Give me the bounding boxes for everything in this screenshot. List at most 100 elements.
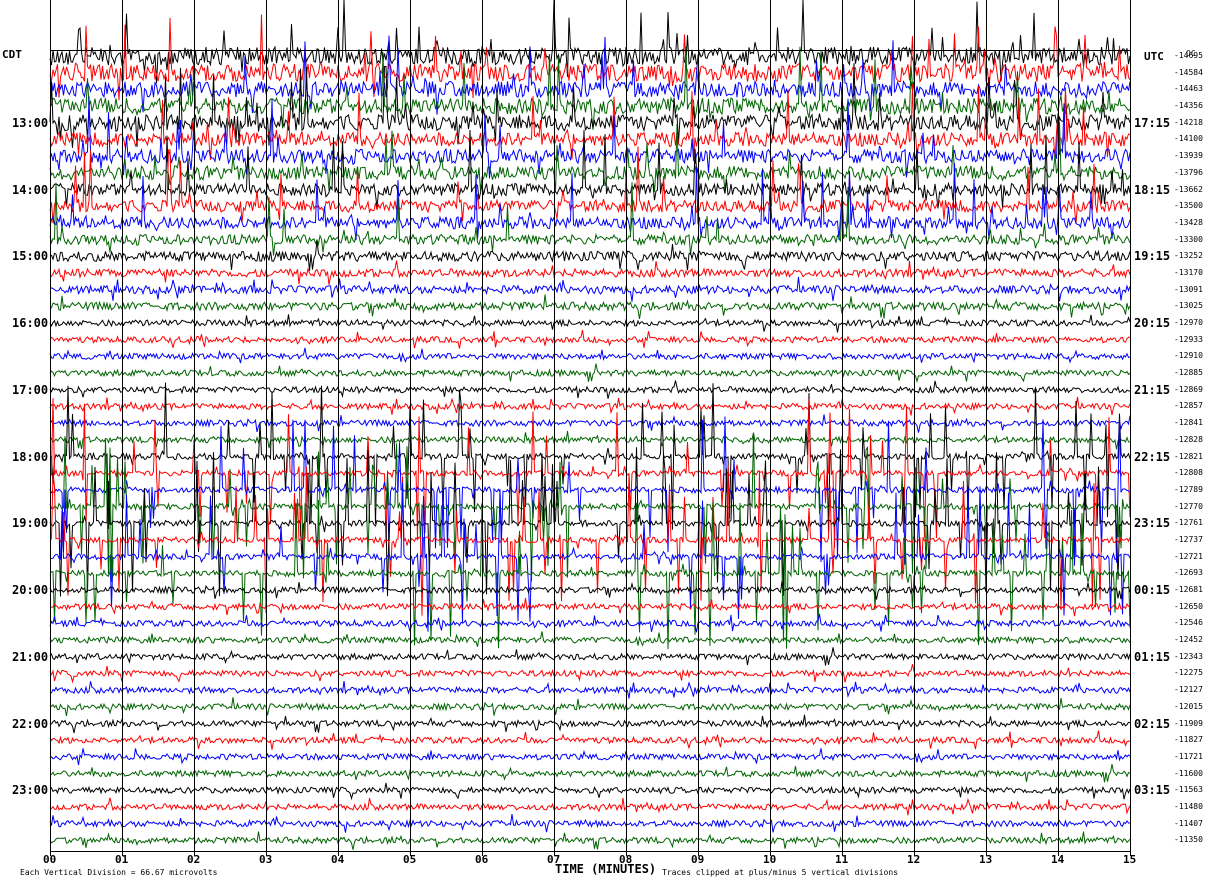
trace-offset-label: -12650 [1174, 601, 1203, 611]
x-tick-label: 05 [403, 853, 417, 866]
trace-offset-label: -14218 [1174, 117, 1203, 127]
trace-offset-label: -14463 [1174, 84, 1203, 94]
trace-offset-label: -12275 [1174, 668, 1203, 678]
trace-23 [49, 431, 1131, 450]
trace-offset-label: -12761 [1174, 518, 1203, 528]
trace-37 [49, 664, 1131, 684]
trace-22 [49, 414, 1131, 433]
trace-12 [49, 240, 1131, 271]
trace-46 [49, 814, 1131, 833]
trace-offset-label: -12546 [1174, 618, 1203, 628]
scale-note: Each Vertical Division = 66.67 microvolt… [20, 868, 218, 877]
x-tick-label: 00 [43, 853, 57, 866]
x-tick-label: 13 [979, 853, 993, 866]
trace-14 [49, 276, 1131, 302]
trace-offset-label: -14584 [1174, 67, 1203, 77]
right-hour-label: 03:15 [1134, 783, 1171, 798]
left-hour-label: 14:00 [12, 182, 49, 197]
x-tick-label: 02 [187, 853, 201, 866]
x-tick-label: 03 [259, 853, 273, 866]
trace-16 [49, 314, 1131, 333]
trace-offset-label: -12970 [1174, 318, 1203, 327]
trace-offset-label: -12127 [1174, 685, 1203, 695]
trace-offset-label: -11480 [1174, 801, 1203, 811]
trace-offset-label: -13662 [1174, 184, 1203, 194]
x-tick-label: 01 [115, 853, 129, 866]
x-tick-label: 06 [475, 853, 489, 866]
left-hour-label: 18:00 [12, 449, 49, 464]
trace-offset-label: -11909 [1174, 718, 1203, 728]
trace-45 [49, 797, 1131, 816]
trace-offset-label: -11721 [1174, 751, 1203, 761]
trace-43 [50, 764, 1131, 783]
trace-38 [49, 681, 1131, 699]
left-hour-label: 20:00 [12, 583, 49, 597]
trace-offset-label: -12821 [1174, 451, 1203, 461]
right-hour-label: 22:15 [1134, 449, 1171, 464]
trace-36 [49, 647, 1131, 666]
right-hour-label: 20:15 [1134, 316, 1171, 330]
trace-offset-label: -12721 [1174, 551, 1203, 561]
left-hour-label: 13:00 [12, 115, 49, 130]
right-hour-label: 02:15 [1134, 716, 1171, 731]
trace-42 [49, 748, 1131, 766]
trace-33 [49, 597, 1131, 617]
trace-offset-label: -14695 [1174, 51, 1203, 60]
trace-offset-label: -13091 [1174, 284, 1203, 294]
trace-41 [49, 730, 1131, 750]
left-hour-label: 16:00 [12, 316, 49, 330]
trace-44 [49, 782, 1131, 801]
trace-offset-label: -14100 [1174, 134, 1203, 144]
x-tick-label: 11 [835, 853, 849, 866]
left-hour-label: 22:00 [12, 716, 49, 731]
trace-18 [49, 347, 1131, 364]
trace-39 [49, 697, 1131, 716]
left-hour-label: 17:00 [12, 382, 49, 397]
trace-15 [49, 294, 1131, 319]
trace-offset-label: -11563 [1174, 785, 1203, 795]
trace-offset-label: -12910 [1174, 351, 1203, 361]
clip-note: Traces clipped at plus/minus 5 vertical … [662, 868, 899, 877]
trace-13 [50, 260, 1131, 285]
trace-offset-label: -11827 [1174, 735, 1203, 745]
trace-47 [49, 831, 1131, 850]
right-hour-label: 00:15 [1134, 583, 1171, 597]
left-hour-label: 15:00 [12, 249, 49, 264]
trace-offset-label: -13500 [1174, 201, 1203, 211]
trace-offset-label: -11600 [1174, 768, 1203, 778]
x-axis-label: TIME (MINUTES) [555, 862, 657, 876]
trace-group [49, 0, 1131, 850]
trace-19 [49, 363, 1131, 384]
trace-offset-label: -13025 [1174, 301, 1203, 311]
trace-offset-label: -12015 [1174, 701, 1203, 711]
trace-offset-label: -12933 [1174, 334, 1203, 344]
trace-offset-label: -12737 [1174, 534, 1203, 544]
trace-offset-label: -12885 [1174, 368, 1203, 378]
trace-20 [49, 380, 1131, 399]
trace-21 [49, 396, 1131, 416]
trace-offset-label: -11407 [1174, 818, 1203, 828]
x-tick-label: 15 [1123, 853, 1137, 866]
trace-offset-label: -11350 [1174, 835, 1203, 845]
left-hour-label: 23:00 [12, 783, 49, 798]
trace-offset-label: -12343 [1174, 651, 1203, 661]
trace-offset-label: -12770 [1174, 501, 1203, 511]
trace-35 [49, 631, 1131, 647]
trace-offset-label: -12808 [1174, 468, 1203, 478]
trace-offset-label: -13170 [1174, 267, 1203, 277]
trace-offset-label: -12693 [1174, 568, 1203, 578]
right-hour-label: 18:15 [1134, 182, 1171, 197]
trace-offset-label: -12841 [1174, 418, 1203, 428]
left-hour-label: 19:00 [12, 516, 49, 531]
x-tick-label: 10 [763, 853, 777, 866]
trace-17 [49, 329, 1131, 349]
right-zone-label: UTC [1144, 50, 1164, 63]
trace-offset-label: -12681 [1174, 585, 1203, 594]
seismogram-plot [49, 0, 1131, 856]
trace-offset-label: -13796 [1174, 167, 1203, 177]
trace-34 [49, 613, 1131, 633]
trace-offset-label: -14356 [1174, 101, 1203, 111]
right-hour-label: 23:15 [1134, 516, 1171, 531]
right-hour-label: 19:15 [1134, 249, 1171, 264]
trace-offset-label: -12789 [1174, 484, 1203, 494]
